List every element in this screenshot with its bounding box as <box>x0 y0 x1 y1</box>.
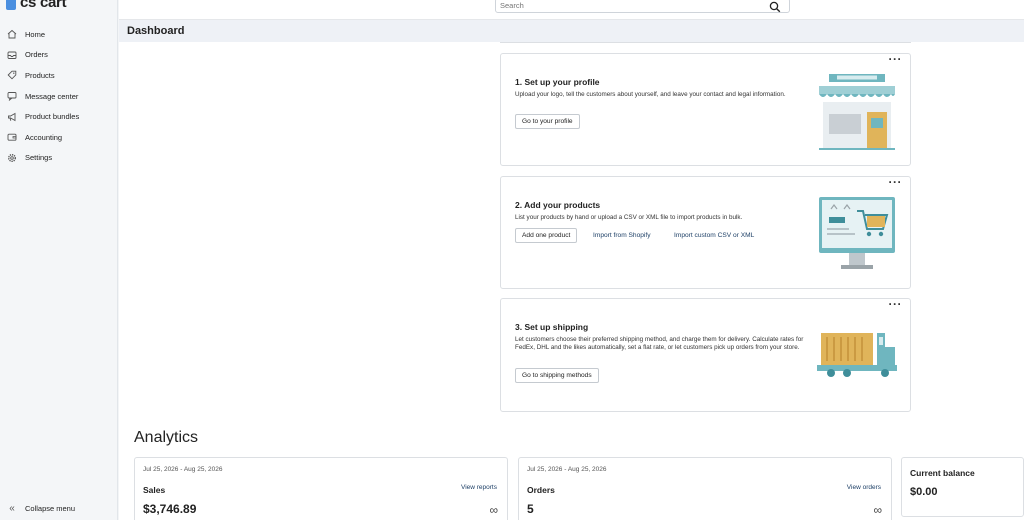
sidebar-item-accounting[interactable]: Accounting <box>0 127 118 148</box>
sidebar-item-products[interactable]: Products <box>0 65 118 86</box>
sidebar-nav: Home Orders Products Message center Prod… <box>0 24 118 168</box>
current-balance-card: Current balance $0.00 <box>901 457 1024 517</box>
sidebar: cs cart Home Orders Products Message cen… <box>0 0 118 520</box>
card-description: List your products by hand or upload a C… <box>515 214 743 221</box>
search-box <box>495 0 790 13</box>
add-one-product-button[interactable]: Add one product <box>515 228 578 243</box>
shipping-setup-card: ··· 3. Set up shipping Let customers cho… <box>500 298 911 412</box>
sidebar-item-label: Accounting <box>25 132 63 142</box>
sidebar-item-label: Message center <box>25 91 79 101</box>
sidebar-item-label: Orders <box>25 50 48 60</box>
more-options-icon[interactable]: ··· <box>889 298 903 310</box>
sidebar-item-label: Settings <box>25 153 53 163</box>
logo[interactable]: cs cart <box>6 0 67 11</box>
go-to-shipping-methods-button[interactable]: Go to shipping methods <box>515 368 599 383</box>
stat-label: Sales <box>143 485 166 495</box>
page-header: Dashboard <box>119 20 1024 42</box>
search-input[interactable] <box>496 1 756 10</box>
tag-icon <box>6 69 18 81</box>
sidebar-item-orders[interactable]: Orders <box>0 45 118 66</box>
analytics-title: Analytics <box>134 429 199 446</box>
sidebar-item-label: Products <box>25 70 55 80</box>
home-icon <box>6 28 18 40</box>
collapse-menu-button[interactable]: « Collapse menu <box>6 502 75 514</box>
sales-stat-card: Jul 25, 2026 - Aug 25, 2026 Sales View r… <box>134 457 508 520</box>
view-orders-link[interactable]: View orders <box>847 484 881 491</box>
view-reports-link[interactable]: View reports <box>461 484 497 491</box>
card-title: 1. Set up your profile <box>515 77 600 87</box>
search-icon[interactable] <box>769 0 781 13</box>
more-options-icon[interactable]: ··· <box>889 53 903 65</box>
products-setup-card: ··· 2. Add your products List your produ… <box>500 176 911 289</box>
main-content: ··· 1. Set up your profile Upload your l… <box>119 42 1024 520</box>
orders-stat-card: Jul 25, 2026 - Aug 25, 2026 Orders View … <box>518 457 892 520</box>
more-options-icon[interactable]: ··· <box>889 176 903 188</box>
sidebar-item-label: Home <box>25 29 46 39</box>
sidebar-item-label: Product bundles <box>25 112 80 122</box>
storefront-illustration <box>819 74 895 150</box>
infinity-icon: ∞ <box>489 503 498 517</box>
inbox-icon <box>6 49 18 61</box>
megaphone-icon <box>6 111 18 123</box>
chat-icon <box>6 90 18 102</box>
balance-label: Current balance <box>910 468 975 478</box>
card-description: Let customers choose their preferred shi… <box>515 336 804 351</box>
date-range: Jul 25, 2026 - Aug 25, 2026 <box>527 466 607 473</box>
previous-card-edge <box>500 42 911 43</box>
logo-mark <box>6 0 16 10</box>
sidebar-item-product-bundles[interactable]: Product bundles <box>0 106 118 127</box>
monitor-cart-illustration <box>819 197 895 269</box>
sidebar-item-home[interactable]: Home <box>0 24 118 45</box>
gear-icon <box>6 152 18 164</box>
go-to-profile-button[interactable]: Go to your profile <box>515 114 580 129</box>
card-title: 3. Set up shipping <box>515 322 589 332</box>
import-shopify-link[interactable]: Import from Shopify <box>593 232 651 239</box>
stat-value: $3,746.89 <box>143 502 197 516</box>
truck-illustration <box>817 333 897 377</box>
card-description: Upload your logo, tell the customers abo… <box>515 91 786 98</box>
sidebar-item-message-center[interactable]: Message center <box>0 86 118 107</box>
stat-label: Orders <box>527 485 555 495</box>
card-title: 2. Add your products <box>515 200 601 210</box>
wallet-icon <box>6 131 18 143</box>
infinity-icon: ∞ <box>873 503 882 517</box>
date-range: Jul 25, 2026 - Aug 25, 2026 <box>143 466 223 473</box>
sidebar-item-settings[interactable]: Settings <box>0 148 118 169</box>
collapse-menu-label: Collapse menu <box>25 503 76 513</box>
logo-text: cs cart <box>20 0 67 11</box>
profile-setup-card: ··· 1. Set up your profile Upload your l… <box>500 53 911 166</box>
double-chevron-left-icon: « <box>9 502 15 514</box>
stat-value: 5 <box>527 502 534 516</box>
page-title: Dashboard <box>127 25 185 37</box>
topbar <box>119 0 1024 20</box>
balance-value: $0.00 <box>910 486 938 498</box>
import-csv-link[interactable]: Import custom CSV or XML <box>674 232 754 239</box>
